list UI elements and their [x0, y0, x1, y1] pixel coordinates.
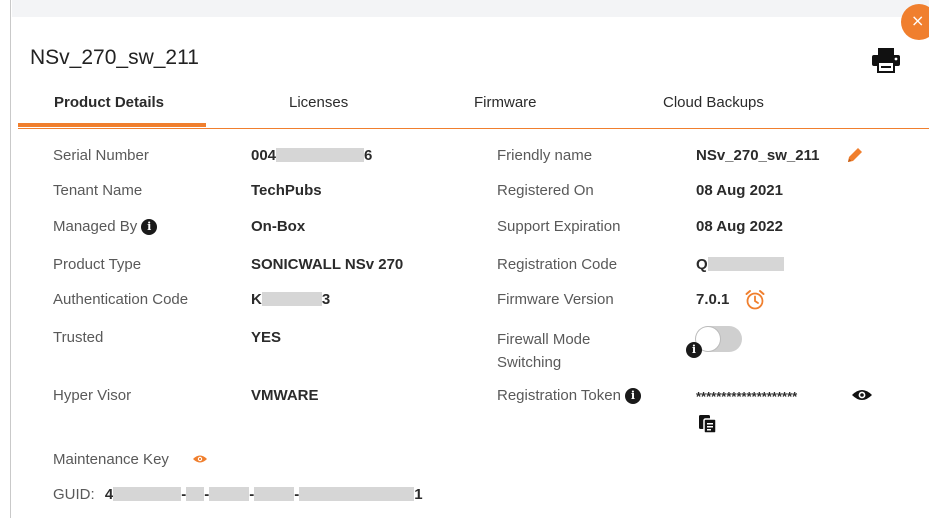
- registered-on-value: 08 Aug 2021: [696, 182, 783, 199]
- redaction-mask: [209, 487, 250, 501]
- authentication-code-label: Authentication Code: [53, 291, 189, 308]
- guid-value: 4----1: [104, 486, 423, 503]
- print-icon[interactable]: [869, 46, 903, 74]
- firmware-version-label: Firmware Version: [497, 291, 614, 308]
- serial-number-prefix: 004: [251, 147, 277, 164]
- trusted-label: Trusted: [53, 329, 104, 346]
- alarm-clock-icon[interactable]: [744, 289, 766, 311]
- serial-number-suffix: 6: [364, 147, 373, 164]
- guid-row: GUID: 4----1: [53, 486, 423, 503]
- guid-prefix: 4: [104, 486, 114, 503]
- dialog-top-bar: [12, 0, 929, 17]
- redaction-mask: [276, 148, 365, 162]
- dialog-title: NSv_270_sw_211: [30, 46, 199, 69]
- authentication-code-suffix: 3: [321, 291, 331, 308]
- firewall-mode-label-line2: Switching: [497, 354, 562, 371]
- authentication-code-prefix: K: [251, 291, 262, 308]
- hyper-visor-value: VMWARE: [251, 387, 319, 404]
- managed-by-value: On-Box: [251, 218, 306, 235]
- serial-number-value: 004 6: [251, 147, 372, 164]
- dialog-left-border: [10, 0, 11, 518]
- info-icon[interactable]: i: [141, 219, 158, 235]
- firmware-version-value: 7.0.1: [696, 291, 730, 308]
- registration-code-label: Registration Code: [497, 256, 618, 273]
- info-icon[interactable]: i: [686, 342, 702, 358]
- trusted-value: YES: [251, 329, 282, 346]
- serial-number-label: Serial Number: [53, 147, 149, 164]
- friendly-name-value: NSv_270_sw_211: [696, 147, 820, 164]
- registered-on-label: Registered On: [497, 182, 594, 199]
- tenant-name-label: Tenant Name: [53, 182, 143, 199]
- pencil-icon[interactable]: [846, 146, 864, 164]
- tab-product-details[interactable]: Product Details: [54, 94, 164, 111]
- close-button[interactable]: ×: [901, 4, 929, 40]
- maintenance-key-label: Maintenance Key: [53, 451, 169, 468]
- registration-token-label-text: Registration Token: [497, 387, 621, 404]
- registration-code-prefix: Q: [696, 256, 708, 273]
- copy-icon[interactable]: [697, 413, 719, 435]
- registration-code-value: Q: [696, 256, 784, 273]
- managed-by-label: Managed By i: [53, 218, 158, 235]
- support-expiration-value: 08 Aug 2022: [696, 218, 783, 235]
- support-expiration-label: Support Expiration: [497, 218, 621, 235]
- active-tab-indicator: [18, 123, 206, 127]
- tab-firmware[interactable]: Firmware: [474, 94, 537, 111]
- redaction-mask: [299, 487, 415, 501]
- guid-suffix: 1: [414, 486, 423, 503]
- firewall-mode-toggle[interactable]: [696, 326, 742, 352]
- info-icon[interactable]: i: [624, 388, 641, 404]
- managed-by-label-text: Managed By: [53, 218, 138, 235]
- tab-licenses[interactable]: Licenses: [289, 94, 348, 111]
- eye-icon[interactable]: [851, 388, 873, 402]
- firewall-mode-switching-label: Firewall Mode Switching: [497, 328, 590, 374]
- product-type-value: SONICWALL NSv 270: [251, 256, 404, 273]
- tab-cloud-backups[interactable]: Cloud Backups: [663, 94, 764, 111]
- tenant-name-value: TechPubs: [251, 182, 322, 199]
- redaction-mask: [254, 487, 295, 501]
- registration-token-value: ********************: [696, 389, 798, 404]
- guid-label: GUID:: [53, 486, 95, 503]
- registration-token-label: Registration Token i: [497, 387, 641, 404]
- redaction-mask: [707, 257, 784, 271]
- tab-bar: Product Details Licenses Firmware Cloud …: [18, 86, 929, 129]
- close-icon: ×: [911, 11, 925, 30]
- friendly-name-label: Friendly name: [497, 147, 593, 164]
- hyper-visor-label: Hyper Visor: [53, 387, 132, 404]
- redaction-mask: [113, 487, 182, 501]
- firewall-mode-label-line1: Firewall Mode: [497, 331, 591, 348]
- redaction-mask: [186, 487, 205, 501]
- product-type-label: Product Type: [53, 256, 142, 273]
- authentication-code-value: K3: [251, 291, 330, 308]
- redaction-mask: [261, 292, 322, 306]
- eye-icon[interactable]: [192, 454, 208, 464]
